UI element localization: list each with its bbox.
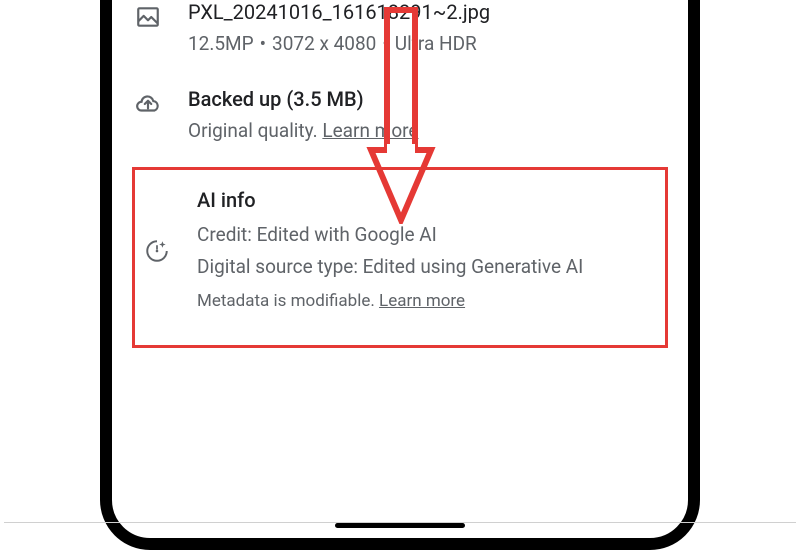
backup-title: Backed up (3.5 MB) [188,87,666,111]
ai-meta-note: Metadata is modifiable. Learn more [197,291,657,311]
home-indicator[interactable] [335,523,465,528]
cloud-upload-icon [134,87,162,117]
ai-info-row: AI info Credit: Edited with Google AI Di… [137,178,663,321]
divider [4,522,796,523]
backup-quality: Original quality. Learn more [188,117,666,146]
backup-info-row: Backed up (3.5 MB) Original quality. Lea… [128,73,672,160]
ai-info-highlight-box: AI info Credit: Edited with Google AI Di… [132,167,668,348]
image-icon [134,0,162,30]
file-info-row: PXL_20241016_161618291~2.jpg 12.5MP•3072… [128,0,672,73]
backup-learn-more-link[interactable]: Learn more [322,119,418,142]
ai-info-title: AI info [197,188,657,212]
details-content: PXL_20241016_161618291~2.jpg 12.5MP•3072… [112,0,688,348]
ai-learn-more-link[interactable]: Learn more [379,291,465,311]
ai-sparkle-icon [143,188,171,264]
ai-source-type: Digital source type: Edited using Genera… [197,252,657,282]
file-details: 12.5MP•3072 x 4080•Ultra HDR [188,30,666,59]
file-name: PXL_20241016_161618291~2.jpg [188,0,666,24]
ai-credit: Credit: Edited with Google AI [197,220,657,250]
phone-frame: PXL_20241016_161618291~2.jpg 12.5MP•3072… [100,0,700,550]
